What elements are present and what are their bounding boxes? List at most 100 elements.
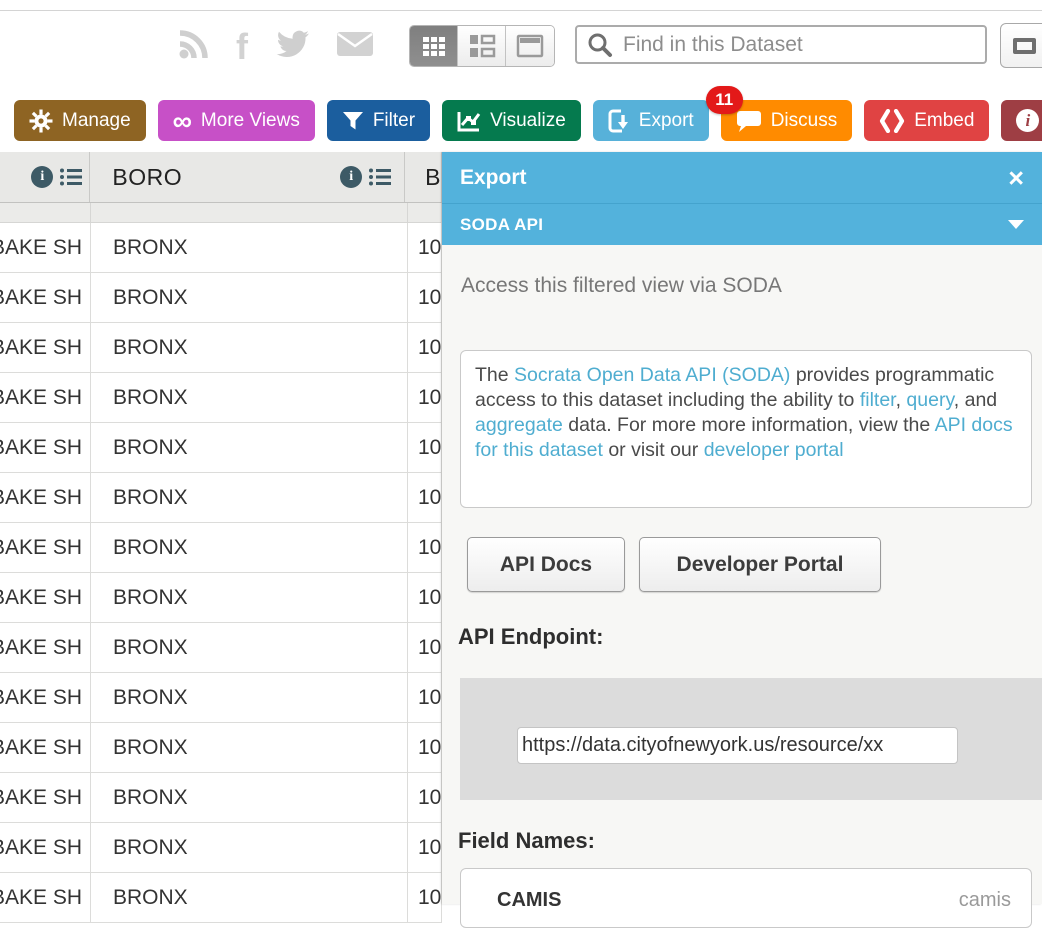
cell-boro[interactable]: BRONX xyxy=(91,273,408,322)
discuss-button[interactable]: 11 Discuss xyxy=(721,100,853,141)
cell-building[interactable]: 10 xyxy=(408,373,442,422)
cell-dba[interactable]: BAKE SH xyxy=(0,873,91,922)
table-row[interactable]: BAKE SH BRONX 10 xyxy=(0,723,442,773)
cell-dba[interactable]: BAKE SH xyxy=(0,323,91,372)
discuss-count-badge: 11 xyxy=(706,86,743,114)
column-header-building[interactable]: B xyxy=(405,152,442,202)
cell-dba[interactable]: BAKE SH xyxy=(0,473,91,522)
cell-building[interactable]: 10 xyxy=(408,673,442,722)
cell-dba[interactable]: BAKE SH xyxy=(0,223,91,272)
table-row[interactable]: BAKE SH BRONX 10 xyxy=(0,773,442,823)
cell-dba[interactable]: BAKE SH xyxy=(0,673,91,722)
cell-dba[interactable]: BAKE SH xyxy=(0,373,91,422)
cell-boro[interactable]: BRONX xyxy=(91,423,408,472)
page-view-button[interactable] xyxy=(506,26,554,66)
email-icon[interactable] xyxy=(336,31,374,62)
download-icon xyxy=(608,109,630,133)
cell-dba[interactable]: BAKE SH xyxy=(0,423,91,472)
cell-dba[interactable]: BAKE SH xyxy=(0,623,91,672)
rss-icon[interactable] xyxy=(178,28,210,65)
cell-building[interactable]: 10 xyxy=(408,523,442,572)
cell-dba[interactable]: BAKE SH xyxy=(0,273,91,322)
cell-dba[interactable]: BAKE SH xyxy=(0,823,91,872)
cell-building[interactable]: 10 xyxy=(408,473,442,522)
filter-link[interactable]: filter xyxy=(860,389,896,411)
cell-boro[interactable]: BRONX xyxy=(91,523,408,572)
cell-dba[interactable]: BAKE SH xyxy=(0,523,91,572)
cell-building[interactable]: 10 xyxy=(408,623,442,672)
column-menu-icon[interactable] xyxy=(59,166,83,188)
embed-label: Embed xyxy=(914,110,974,132)
table-row[interactable]: BAKE SH BRONX 10 xyxy=(0,823,442,873)
rich-view-button[interactable] xyxy=(458,26,506,66)
cell-boro[interactable]: BRONX xyxy=(91,723,408,772)
table-row[interactable]: BAKE SH BRONX 10 xyxy=(0,273,442,323)
cell-building[interactable]: 10 xyxy=(408,423,442,472)
close-icon[interactable]: × xyxy=(1008,168,1024,188)
cell-building[interactable]: 10 xyxy=(408,573,442,622)
cell-building[interactable]: 10 xyxy=(408,323,442,372)
manage-button[interactable]: Manage xyxy=(14,100,146,141)
cell-boro[interactable]: BRONX xyxy=(91,623,408,672)
column-header-boro[interactable]: BORO i xyxy=(90,152,405,202)
export-button[interactable]: Export xyxy=(593,100,709,141)
developer-portal-link[interactable]: developer portal xyxy=(704,439,844,461)
table-row[interactable]: BAKE SH BRONX 10 xyxy=(0,373,442,423)
table-row[interactable]: BAKE SH BRONX 10 xyxy=(0,223,442,273)
soda-info-box: The Socrata Open Data API (SODA) provide… xyxy=(460,350,1032,508)
twitter-icon[interactable] xyxy=(274,30,310,63)
table-row[interactable]: BAKE SH BRONX 10 xyxy=(0,673,442,723)
cell-boro[interactable]: BRONX xyxy=(91,573,408,622)
soda-api-link[interactable]: Socrata Open Data API (SODA) xyxy=(514,364,790,386)
visualize-button[interactable]: Visualize xyxy=(442,100,581,141)
developer-portal-button[interactable]: Developer Portal xyxy=(639,537,881,592)
table-row[interactable]: BAKE SH BRONX 10 xyxy=(0,323,442,373)
cell-boro[interactable]: BRONX xyxy=(91,373,408,422)
grid-view-button[interactable] xyxy=(410,26,458,66)
cell-boro[interactable]: BRONX xyxy=(91,823,408,872)
fullscreen-button[interactable] xyxy=(1000,23,1042,68)
table-row[interactable]: BAKE SH BRONX 10 xyxy=(0,873,442,923)
fullscreen-icon xyxy=(1013,38,1036,54)
soda-api-section-header[interactable]: SODA API xyxy=(442,203,1042,245)
field-api-name: camis xyxy=(959,889,1011,912)
cell-building[interactable]: 10 xyxy=(408,823,442,872)
about-button[interactable]: i About xyxy=(1001,100,1042,141)
cell-building[interactable]: 10 xyxy=(408,873,442,922)
embed-button[interactable]: Embed xyxy=(864,100,989,141)
rich-view-icon xyxy=(468,33,496,59)
info-icon[interactable]: i xyxy=(31,166,53,188)
cell-boro[interactable]: BRONX xyxy=(91,473,408,522)
table-row[interactable]: BAKE SH BRONX 10 xyxy=(0,523,442,573)
more-views-button[interactable]: ∞ More Views xyxy=(158,100,315,141)
cell-dba[interactable]: BAKE SH xyxy=(0,573,91,622)
cell-boro[interactable]: BRONX xyxy=(91,673,408,722)
table-row[interactable]: BAKE SH BRONX 10 xyxy=(0,423,442,473)
column-header-dba[interactable]: i xyxy=(0,152,90,202)
find-in-dataset-search[interactable]: Find in this Dataset xyxy=(575,25,987,64)
cell-dba[interactable]: BAKE SH xyxy=(0,723,91,772)
filter-button[interactable]: Filter xyxy=(327,100,430,141)
cell-dba[interactable]: BAKE SH xyxy=(0,773,91,822)
table-row[interactable]: BAKE SH BRONX 10 xyxy=(0,473,442,523)
table-row[interactable]: BAKE SH BRONX 10 xyxy=(0,623,442,673)
cell-boro[interactable]: BRONX xyxy=(91,873,408,922)
cell-boro[interactable]: BRONX xyxy=(91,323,408,372)
cell-boro[interactable]: BRONX xyxy=(91,223,408,272)
cell-building[interactable]: 10 xyxy=(408,723,442,772)
table-row[interactable]: BAKE SH BRONX 10 xyxy=(0,573,442,623)
api-endpoint-input[interactable]: https://data.cityofnewyork.us/resource/x… xyxy=(517,727,958,764)
cell-building[interactable]: 10 xyxy=(408,773,442,822)
cell-building[interactable]: 10 xyxy=(408,223,442,272)
cell-building[interactable]: 10 xyxy=(408,273,442,322)
search-placeholder: Find in this Dataset xyxy=(623,33,803,57)
cell-boro[interactable]: BRONX xyxy=(91,773,408,822)
aggregate-link[interactable]: aggregate xyxy=(475,414,563,436)
facebook-icon[interactable]: f xyxy=(236,30,248,64)
api-docs-button[interactable]: API Docs xyxy=(467,537,625,592)
column-menu-icon[interactable] xyxy=(368,166,392,188)
chevron-down-icon[interactable] xyxy=(1008,220,1024,229)
query-link[interactable]: query xyxy=(906,389,953,411)
info-icon[interactable]: i xyxy=(340,166,362,188)
endpoint-container: https://data.cityofnewyork.us/resource/x… xyxy=(460,678,1042,800)
